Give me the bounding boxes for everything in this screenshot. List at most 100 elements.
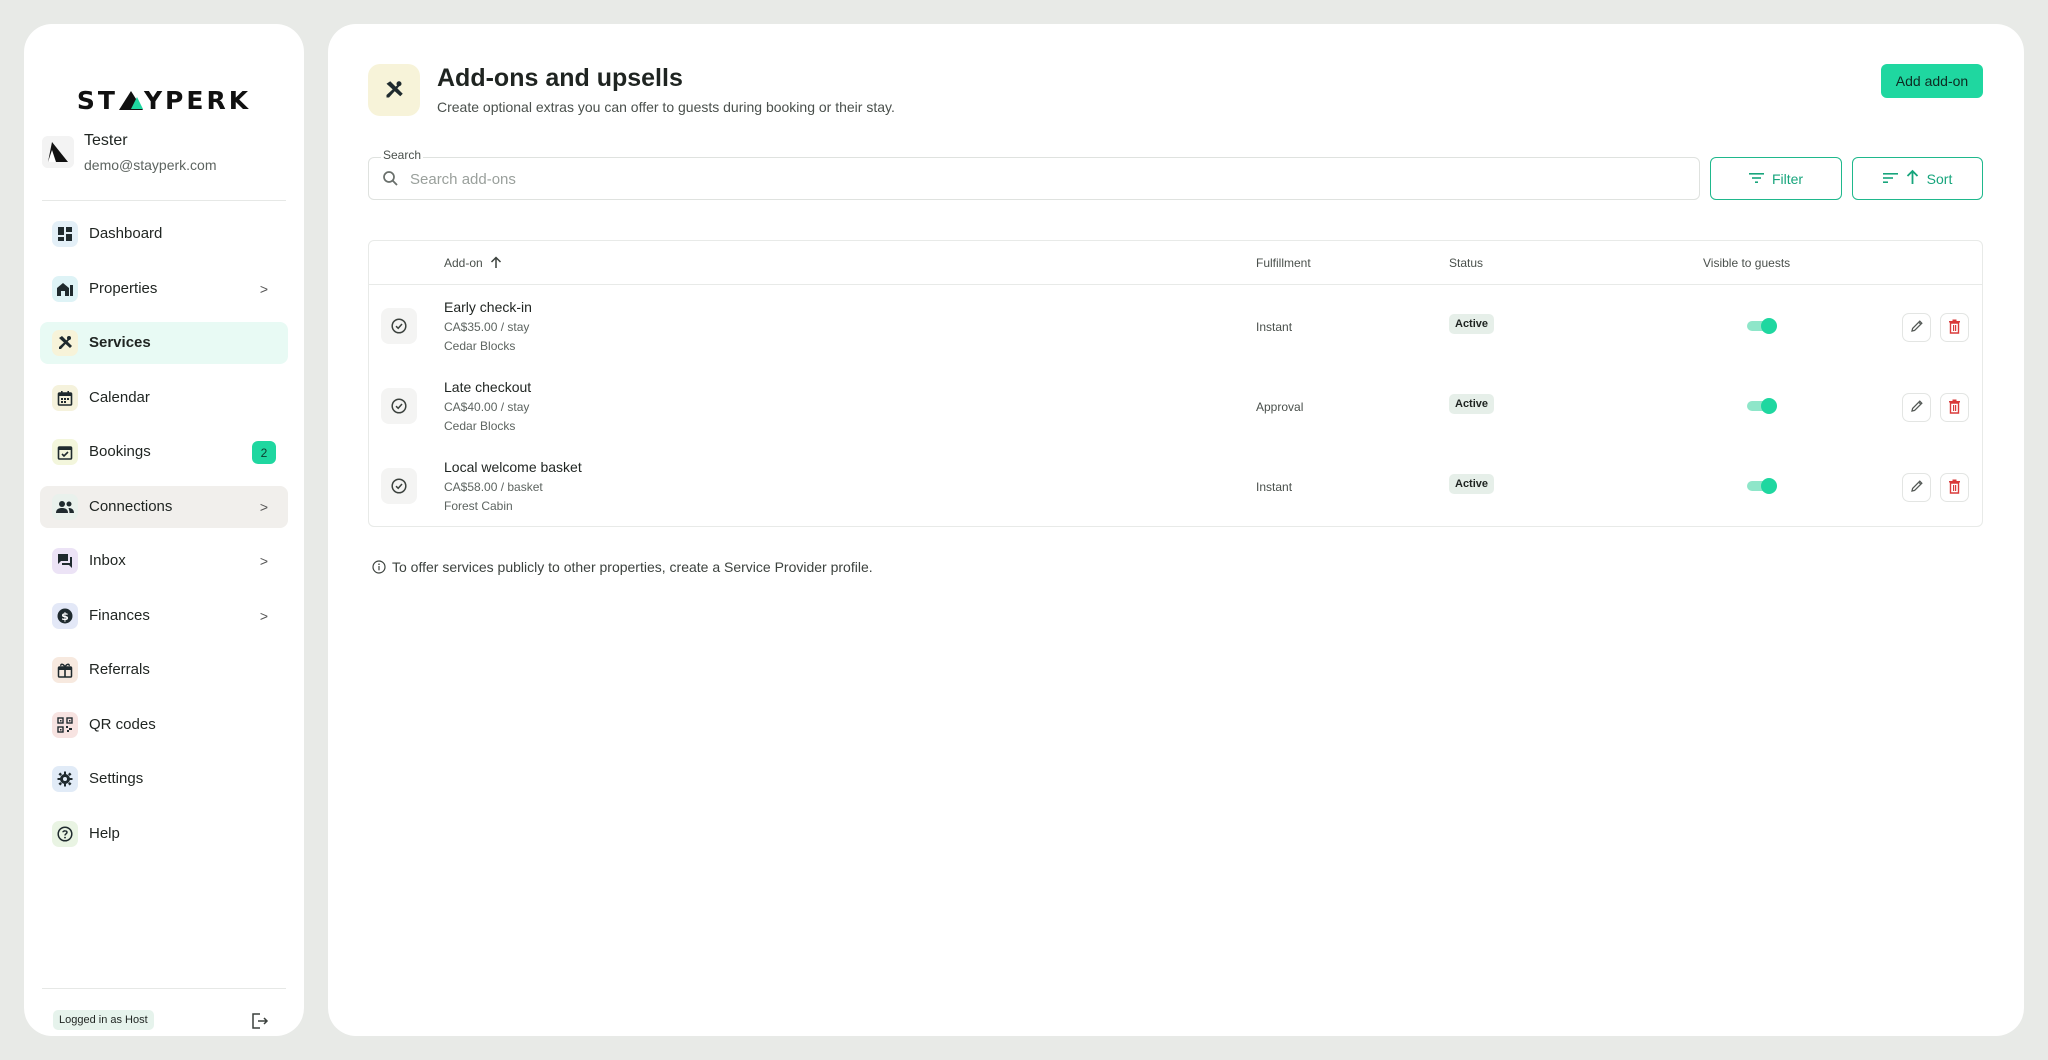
sidebar-item-label: Properties <box>89 280 158 297</box>
page-title: Add-ons and upsells <box>437 64 683 92</box>
fulfillment-value: Approval <box>1256 400 1304 414</box>
sidebar-item-services[interactable]: Services <box>40 322 288 364</box>
add-on-name: Early check-in <box>444 299 532 315</box>
logout-icon[interactable] <box>250 1011 270 1031</box>
visible-toggle[interactable] <box>1747 318 1777 334</box>
services-icon <box>52 330 78 356</box>
check-circle-icon <box>381 388 417 424</box>
sidebar-item-label: Connections <box>89 498 173 515</box>
sidebar-item-label: Finances <box>89 607 150 624</box>
inbox-icon <box>52 548 78 574</box>
check-circle-icon <box>381 308 417 344</box>
properties-icon <box>52 276 78 302</box>
sidebar: ST YPERK Tester demo@stayperk.com Dashboa… <box>24 24 304 1036</box>
column-header-add-on[interactable]: Add-on <box>444 256 502 270</box>
table-row[interactable]: Local welcome basket CA$58.00 / basket F… <box>369 447 1982 527</box>
add-ons-table: Add-on Fulfillment Status Visible to gue… <box>368 240 1983 527</box>
connections-icon <box>52 494 78 520</box>
user-email: demo@stayperk.com <box>84 157 217 173</box>
add-add-on-button[interactable]: Add add-on <box>1881 64 1983 98</box>
add-on-property: Cedar Blocks <box>444 339 516 353</box>
status-badge: Active <box>1449 474 1495 494</box>
svg-text:$: $ <box>61 610 69 623</box>
sidebar-item-referrals[interactable]: Referrals <box>40 649 288 691</box>
sidebar-item-label: Dashboard <box>89 225 163 242</box>
fulfillment-value: Instant <box>1256 480 1293 494</box>
table-row[interactable]: Early check-in CA$35.00 / stay Cedar Blo… <box>369 287 1982 367</box>
sidebar-item-settings[interactable]: Settings <box>40 758 288 800</box>
trash-icon <box>1948 479 1961 497</box>
status-badge: Active <box>1449 394 1495 414</box>
delete-button[interactable] <box>1940 313 1969 342</box>
user-name: Tester <box>84 132 128 149</box>
info-icon <box>372 560 386 577</box>
referrals-icon <box>52 657 78 683</box>
stayperk-logo[interactable]: ST YPERK <box>24 86 304 115</box>
search-field[interactable] <box>368 157 1700 200</box>
visible-toggle[interactable] <box>1747 478 1777 494</box>
add-on-price: CA$35.00 / stay <box>444 320 530 334</box>
edit-button[interactable] <box>1902 393 1931 422</box>
chevron-right-icon: > <box>259 553 268 569</box>
delete-button[interactable] <box>1940 473 1969 502</box>
search-input[interactable] <box>410 168 1610 190</box>
status-badge: Active <box>1449 314 1495 334</box>
sidebar-item-label: Services <box>89 334 151 351</box>
settings-icon <box>52 766 78 792</box>
divider <box>42 200 286 201</box>
search-icon <box>382 170 399 192</box>
sort-icon <box>1882 171 1898 187</box>
pencil-icon <box>1910 399 1924 416</box>
sidebar-item-connections[interactable]: Connections > <box>40 486 288 528</box>
qr-icon <box>52 712 78 738</box>
sidebar-item-qr-codes[interactable]: QR codes <box>40 704 288 746</box>
sidebar-item-label: Help <box>89 825 120 842</box>
avatar <box>42 136 74 168</box>
delete-button[interactable] <box>1940 393 1969 422</box>
sort-button[interactable]: Sort <box>1852 157 1983 200</box>
sidebar-item-label: Referrals <box>89 661 150 678</box>
add-on-price: CA$40.00 / stay <box>444 400 530 414</box>
visible-toggle[interactable] <box>1747 398 1777 414</box>
sidebar-item-dashboard[interactable]: Dashboard <box>40 213 288 255</box>
arrow-up-icon <box>1906 169 1919 188</box>
column-header-visible: Visible to guests <box>1703 256 1791 270</box>
edit-button[interactable] <box>1902 473 1931 502</box>
fulfillment-value: Instant <box>1256 320 1293 334</box>
sort-ascending-icon <box>490 256 502 270</box>
sidebar-item-bookings[interactable]: Bookings 2 <box>40 431 288 473</box>
calendar-icon <box>52 385 78 411</box>
filter-button[interactable]: Filter <box>1710 157 1842 200</box>
sidebar-item-label: Bookings <box>89 443 151 460</box>
chevron-right-icon: > <box>259 608 268 624</box>
finances-icon: $ <box>52 603 78 629</box>
user-profile[interactable]: Tester demo@stayperk.com <box>42 130 292 180</box>
sidebar-item-label: Settings <box>89 770 144 787</box>
main-panel: Add-ons and upsells Create optional extr… <box>328 24 2024 1036</box>
add-on-name: Late checkout <box>444 379 532 395</box>
sidebar-item-calendar[interactable]: Calendar <box>40 377 288 419</box>
filter-icon <box>1748 171 1764 187</box>
sidebar-item-finances[interactable]: $ Finances > <box>40 595 288 637</box>
add-on-name: Local welcome basket <box>444 459 582 475</box>
add-on-property: Forest Cabin <box>444 499 513 513</box>
column-header-fulfillment: Fulfillment <box>1256 256 1311 270</box>
pencil-icon <box>1910 479 1924 496</box>
help-icon <box>52 821 78 847</box>
role-badge: Logged in as Host <box>53 1010 154 1030</box>
sidebar-item-label: Calendar <box>89 389 150 406</box>
edit-button[interactable] <box>1902 313 1931 342</box>
sidebar-item-label: QR codes <box>89 716 156 733</box>
sidebar-item-properties[interactable]: Properties > <box>40 268 288 310</box>
bookings-icon <box>52 439 78 465</box>
trash-icon <box>1948 319 1961 337</box>
services-icon <box>368 64 420 116</box>
sidebar-item-help[interactable]: Help <box>40 813 288 855</box>
divider <box>42 988 286 989</box>
check-circle-icon <box>381 468 417 504</box>
add-on-property: Cedar Blocks <box>444 419 516 433</box>
sidebar-item-inbox[interactable]: Inbox > <box>40 540 288 582</box>
table-row[interactable]: Late checkout CA$40.00 / stay Cedar Bloc… <box>369 367 1982 447</box>
chevron-right-icon: > <box>259 281 268 297</box>
pencil-icon <box>1910 319 1924 336</box>
